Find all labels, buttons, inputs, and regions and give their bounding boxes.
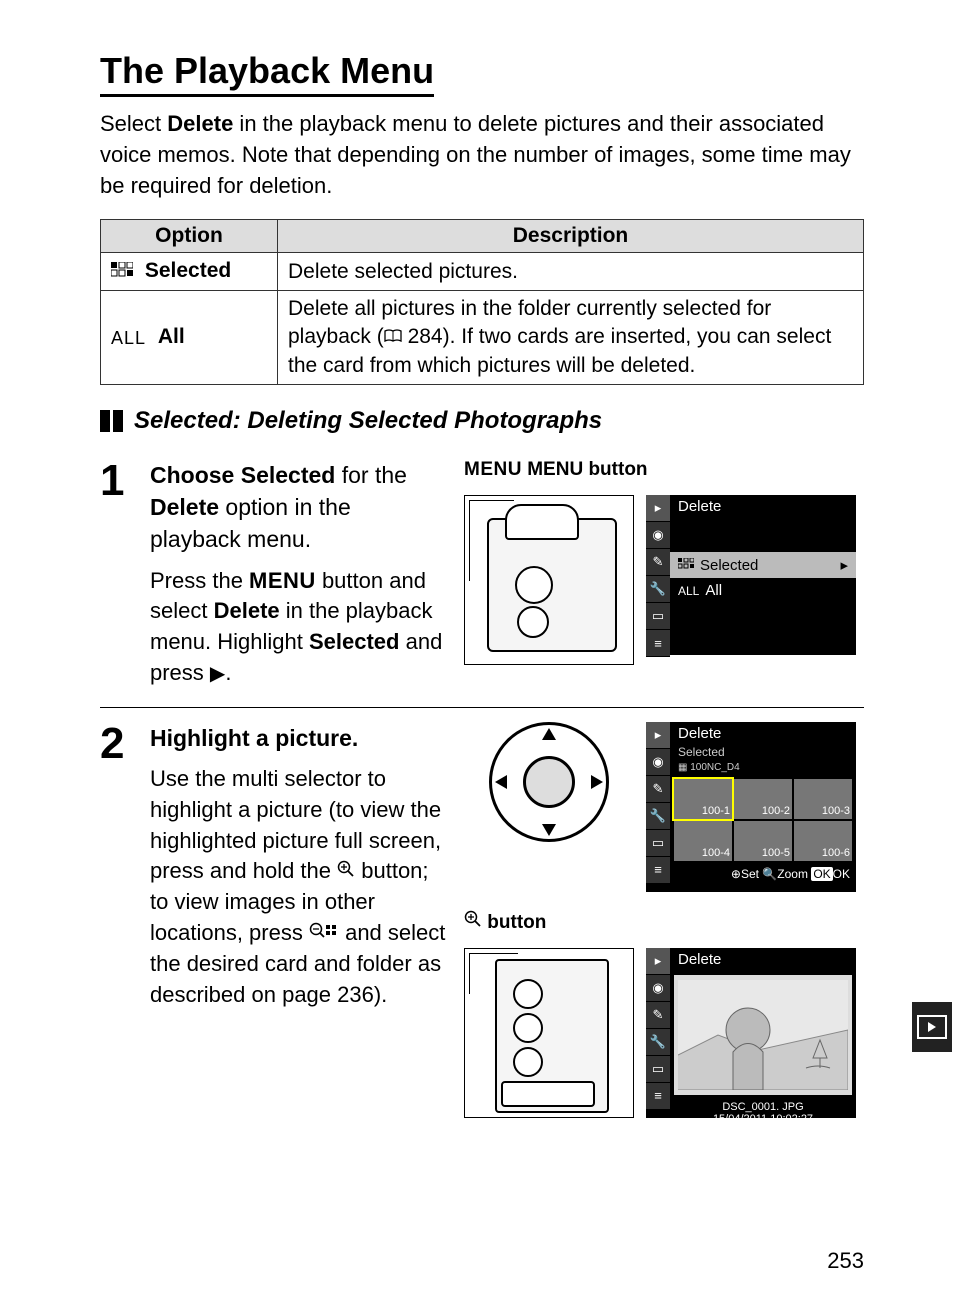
thumb: 100-4 [674,821,732,861]
step-1-body: Press the MENU button and select Delete … [150,566,446,689]
lcd-title: Delete [670,948,856,971]
table-row: Selected Delete selected pictures. [101,253,864,291]
option-all-label: All [158,325,185,348]
subhead-text: Selected: Deleting Selected Photographs [134,407,602,435]
thumb: 100-6 [794,821,852,861]
lcd-footer: ⊕Set 🔍Zoom OKOK [670,865,856,883]
option-selected-desc: Delete selected pictures. [278,253,864,291]
step-2-number: 2 [100,722,150,1118]
lcd-full-image [674,975,852,1095]
lcd-full-preview: ▸◉✎🔧▭≡ Delete [646,948,856,1118]
page-title: The Playback Menu [100,50,434,97]
step-2-figure-label: button [464,910,864,934]
page-number: 253 [827,1248,864,1274]
tab-retouch-icon: ▭ [646,603,670,630]
side-tab-playback-icon [910,1000,954,1054]
thumb-grid-icon [111,258,133,286]
lcd-title: Delete [670,495,856,518]
thumb: 100-2 [734,779,792,819]
lcd-delete-menu: ▸ ◉ ✎ 🔧 ▭ ≡ Delete Selecte [646,495,856,655]
subhead-bars-icon [100,410,126,432]
multi-selector-illustration [489,722,609,842]
step-1-number: 1 [100,459,150,689]
lcd-row-selected: Selected ▸ [670,552,856,578]
all-ref-page: 284 [408,325,443,348]
thumb: 100-3 [794,779,852,819]
option-selected-label: Selected [145,259,231,282]
section-subheading: Selected: Deleting Selected Photographs [100,407,864,435]
col-description: Description [278,220,864,253]
lcd-thumbnail-grid: ▸◉✎🔧▭≡ Delete Selected▦ 100NC_D4 100-1 1… [646,722,856,892]
all-glyph-icon: ALL [111,328,146,348]
menu-button-glyph: MENU [249,568,316,593]
tab-recent-icon: ≡ [646,630,670,657]
step-2-heading: Highlight a picture. [150,722,446,754]
thumb: 100-1 [674,779,732,819]
zoom-out-thumbs-icon [309,922,339,940]
lcd-row-all: ALL All [670,578,856,603]
zoom-in-icon [464,910,482,928]
step-1-figure-label: MENU MENU button [464,459,864,481]
camera-illustration [464,495,634,665]
option-all-desc: Delete all pictures in the folder curren… [278,291,864,385]
zoom-in-icon [337,860,355,878]
step-2: 2 Highlight a picture. Use the multi sel… [100,707,864,1136]
lcd-title: Delete [670,722,856,745]
thumb: 100-5 [734,821,792,861]
tab-pencil-icon: ✎ [646,549,670,576]
tab-camera-icon: ◉ [646,522,670,549]
camera-back-illustration [464,948,634,1118]
intro-paragraph: Select Delete in the playback menu to de… [100,109,864,201]
step-1-heading: Choose Selected for the Delete option in… [150,459,446,556]
table-row: ALL All Delete all pictures in the folde… [101,291,864,385]
lcd-meta: DSC_0001. JPG 15/04/2011 10:02:27 [670,1099,856,1129]
step-1: 1 Choose Selected for the Delete option … [100,445,864,707]
intro-pre: Select [100,111,167,136]
book-ref-icon [384,329,402,343]
chevron-right-icon: ▸ [840,556,848,574]
tab-wrench-icon: 🔧 [646,576,670,603]
right-arrow-icon: ▶ [210,663,225,685]
col-option: Option [101,220,278,253]
thumb-grid-icon [678,557,694,574]
step-2-body: Use the multi selector to highlight a pi… [150,764,446,1010]
options-table: Option Description Selected Delete selec… [100,219,864,385]
tab-playback-icon: ▸ [646,495,670,522]
intro-delete-word: Delete [167,111,233,136]
